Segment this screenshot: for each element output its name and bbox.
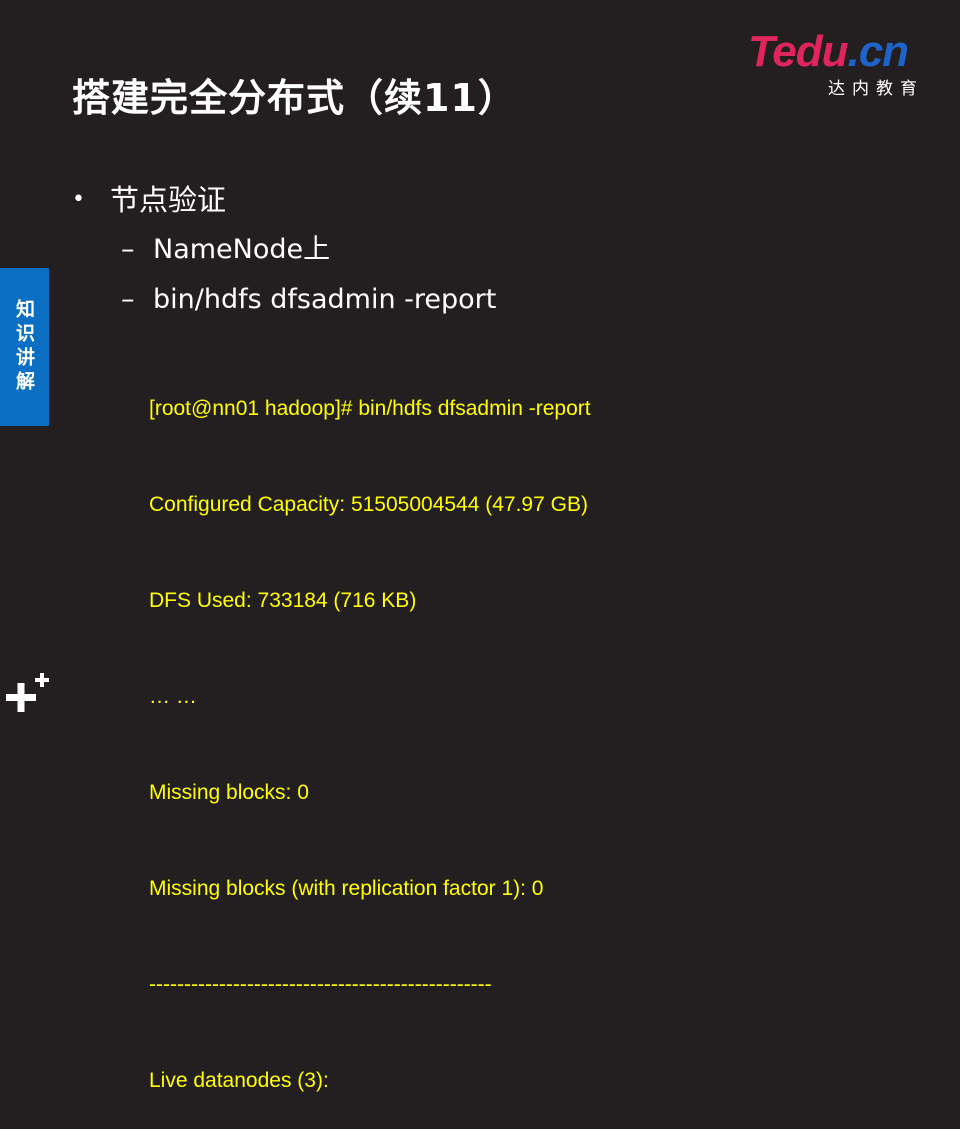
slide-title: 搭建完全分布式（续11） <box>72 76 517 120</box>
logo-letters-edu: edu <box>772 27 848 76</box>
code-line: Configured Capacity: 51505004544 (47.97 … <box>149 493 588 516</box>
logo-subtitle: 达内教育 <box>828 79 924 99</box>
sub-item-text: bin/hdfs dfsadmin -report <box>153 284 497 315</box>
code-line: ----------------------------------------… <box>149 973 492 996</box>
sub-item-command: – bin/hdfs dfsadmin -report <box>121 280 496 320</box>
logo-wordmark: Tedu.cn <box>748 27 909 76</box>
sub-marker: – <box>121 284 135 315</box>
logo-letters-cn: .cn <box>847 27 909 76</box>
bullet-text: 节点验证 <box>110 183 227 217</box>
side-tab: 知识讲解 <box>0 268 49 426</box>
code-output-block: [root@nn01 hadoop]# bin/hdfs dfsadmin -r… <box>149 329 591 1129</box>
code-line: Missing blocks: 0 <box>149 781 309 804</box>
sub-item-text: NameNode上 <box>153 234 331 265</box>
plus-plus-icon <box>6 673 49 712</box>
code-line: Live datanodes (3): <box>149 1069 329 1092</box>
side-tab-label: 知识讲解 <box>13 299 35 395</box>
sub-marker: – <box>121 234 135 265</box>
bullet-marker: • <box>72 187 85 212</box>
bullet-item: • 节点验证 <box>72 180 226 220</box>
code-line: DFS Used: 733184 (716 KB) <box>149 589 417 612</box>
code-line: Missing blocks (with replication factor … <box>149 877 544 900</box>
sub-item-namenode: – NameNode上 <box>121 230 330 270</box>
tedu-logo: Tedu.cn 达内教育 <box>748 27 928 100</box>
code-line: … … <box>149 685 197 708</box>
code-line: [root@nn01 hadoop]# bin/hdfs dfsadmin -r… <box>149 397 591 420</box>
logo-letter-t: T <box>748 27 773 76</box>
